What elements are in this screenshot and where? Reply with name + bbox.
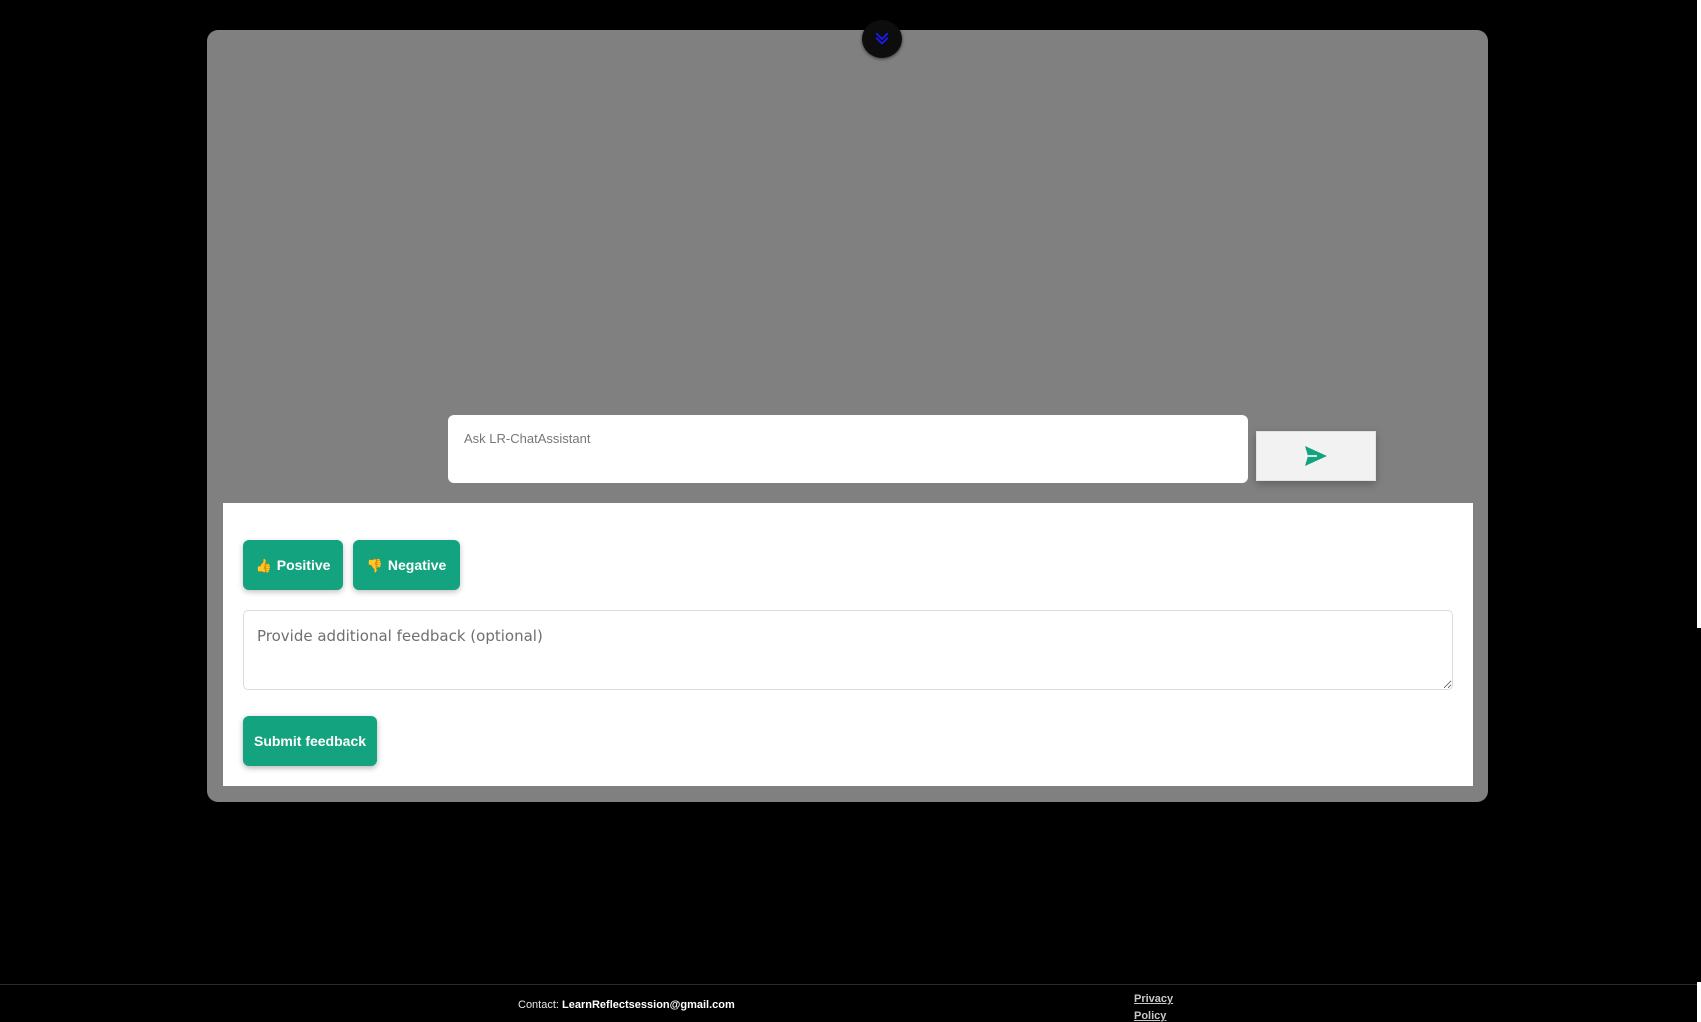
contact-email: LearnReflectsession@gmail.com [562, 999, 735, 1011]
thumbs-up-icon: 👍 [255, 557, 272, 573]
scrollbar-gap [1697, 628, 1701, 982]
positive-label: Positive [276, 557, 331, 573]
privacy-policy-link[interactable]: Privacy Policy [1134, 991, 1194, 1022]
collapse-toggle-button[interactable] [862, 20, 902, 58]
negative-feedback-button[interactable]: 👎 Negative [353, 540, 460, 590]
chat-input[interactable] [448, 415, 1248, 483]
thumbs-down-icon: 👎 [366, 557, 383, 573]
feedback-card: 👍 Positive 👎 Negative Submit feedback [223, 503, 1473, 786]
negative-label: Negative [387, 557, 447, 573]
send-button[interactable] [1256, 431, 1376, 481]
chevrons-down-icon [875, 32, 889, 45]
footer: Contact: LearnReflectsession@gmail.com P… [0, 984, 1697, 1022]
page: 👍 Positive 👎 Negative Submit feedback Co… [0, 0, 1701, 1022]
contact-label: Contact: [518, 999, 563, 1011]
footer-contact: Contact: LearnReflectsession@gmail.com [518, 999, 735, 1011]
submit-feedback-button[interactable]: Submit feedback [243, 716, 377, 766]
send-icon [1305, 446, 1327, 466]
positive-feedback-button[interactable]: 👍 Positive [243, 540, 343, 590]
feedback-textarea[interactable] [243, 610, 1453, 690]
